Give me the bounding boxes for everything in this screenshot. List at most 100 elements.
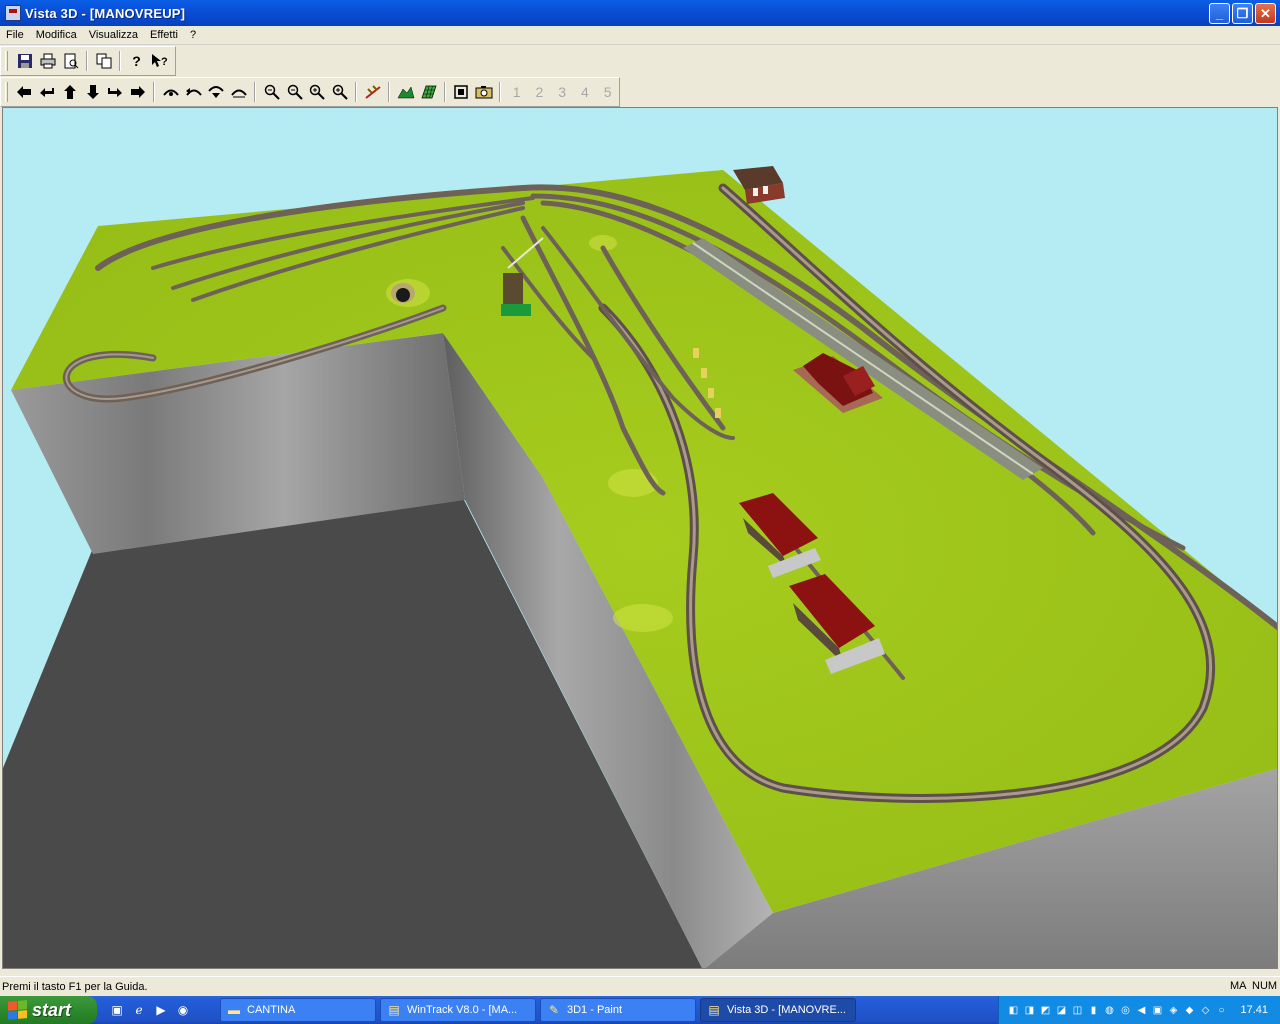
task-label: CANTINA — [247, 1004, 296, 1016]
copy-icon[interactable] — [92, 50, 115, 72]
volume-icon[interactable]: ◀ — [1135, 1004, 1148, 1017]
arrow-right-icon[interactable] — [127, 81, 150, 103]
app-icon[interactable] — [5, 5, 21, 21]
tray-icon[interactable]: ◍ — [1103, 1004, 1116, 1017]
close-button[interactable]: ✕ — [1255, 3, 1276, 24]
toolbar-separator — [119, 51, 121, 71]
fit-view-icon[interactable] — [450, 81, 473, 103]
wintrack-icon: ▤ — [708, 1003, 720, 1017]
toolbar-separator — [254, 82, 257, 102]
save-icon[interactable] — [13, 50, 36, 72]
task-label: Vista 3D - [MANOVRE... — [727, 1004, 846, 1016]
toolbar-separator — [499, 82, 502, 102]
menu-file[interactable]: File — [0, 29, 30, 41]
menu-modifica[interactable]: Modifica — [30, 29, 83, 41]
ie-icon[interactable]: ℯ — [131, 1002, 147, 1018]
3d-viewport[interactable] — [2, 107, 1278, 969]
task-paint[interactable]: ✎ 3D1 - Paint — [540, 998, 696, 1022]
window-title: Vista 3D - [MANOVREUP] — [25, 5, 186, 21]
system-tray: ◧ ◨ ◩ ◪ ◫ ▮ ◍ ◎ ◀ ▣ ◈ ◆ ◇ ○ 17.41 — [998, 996, 1280, 1024]
viewpoint-3-label: 3 — [558, 84, 566, 100]
view-b-icon[interactable] — [182, 81, 205, 103]
navigation-toolbar: 1 2 3 4 5 — [0, 77, 620, 107]
status-message: Premi il tasto F1 per la Guida. — [2, 980, 148, 993]
status-num-indicator: NUM — [1252, 980, 1278, 992]
toolbar-separator — [355, 82, 358, 102]
tray-icon[interactable]: ◪ — [1055, 1004, 1068, 1017]
minimize-button[interactable]: _ — [1209, 3, 1230, 24]
viewpoint-5-icon[interactable]: 5 — [596, 81, 619, 103]
toolbar-grip[interactable] — [5, 82, 8, 102]
arrow-left-icon[interactable] — [13, 81, 36, 103]
tray-icon[interactable]: ◈ — [1167, 1004, 1180, 1017]
tray-icon[interactable]: ◩ — [1039, 1004, 1052, 1017]
taskbar: start ▣ ℯ ▶ ◉ ▬ CANTINA ▤ WinTrack V8.0 … — [0, 996, 1280, 1024]
track-icon[interactable] — [361, 81, 384, 103]
status-caps-indicator: MA — [1230, 980, 1247, 992]
quick-launch: ▣ ℯ ▶ ◉ — [109, 1002, 191, 1018]
task-vista3d[interactable]: ▤ Vista 3D - [MANOVRE... — [700, 998, 856, 1022]
tray-icon[interactable]: ◫ — [1071, 1004, 1084, 1017]
task-label: 3D1 - Paint — [567, 1004, 623, 1016]
network-icon[interactable]: ▮ — [1087, 1004, 1100, 1017]
windows-logo-icon — [8, 1000, 27, 1020]
viewpoint-5-label: 5 — [603, 84, 612, 100]
viewpoint-2-icon[interactable]: 2 — [528, 81, 551, 103]
viewpoint-1-label: 1 — [512, 84, 521, 100]
zoom-out-icon[interactable] — [283, 81, 306, 103]
task-wintrack[interactable]: ▤ WinTrack V8.0 - [MA... — [380, 998, 536, 1022]
context-help-icon[interactable]: ? — [148, 50, 171, 72]
title-bar: Vista 3D - [MANOVREUP] _ ❐ ✕ — [0, 0, 1280, 26]
viewpoint-4-label: 4 — [580, 84, 589, 100]
paint-icon: ✎ — [548, 1003, 560, 1017]
desktop-icon[interactable]: ▣ — [109, 1002, 125, 1018]
tray-icon[interactable]: ◇ — [1199, 1004, 1212, 1017]
restore-button[interactable]: ❐ — [1232, 3, 1253, 24]
tray-icon[interactable]: ◧ — [1007, 1004, 1020, 1017]
menu-effetti[interactable]: Effetti — [144, 29, 184, 41]
tray-icon[interactable]: ◎ — [1119, 1004, 1132, 1017]
3d-scene[interactable] — [3, 108, 1278, 969]
zoom-in-all-icon[interactable] — [329, 81, 352, 103]
tray-icon[interactable]: ▣ — [1151, 1004, 1164, 1017]
task-cantina[interactable]: ▬ CANTINA — [220, 998, 376, 1022]
print-icon[interactable] — [36, 50, 59, 72]
grid-icon[interactable] — [417, 81, 440, 103]
tray-icon[interactable]: ◆ — [1183, 1004, 1196, 1017]
svg-text:?: ? — [161, 56, 168, 68]
menu-bar: File Modifica Visualizza Effetti ? — [0, 26, 1280, 45]
start-button[interactable]: start — [0, 996, 97, 1024]
viewpoint-4-icon[interactable]: 4 — [573, 81, 596, 103]
tray-icon[interactable]: ◨ — [1023, 1004, 1036, 1017]
toolbar-separator — [86, 51, 88, 71]
viewpoint-3-icon[interactable]: 3 — [551, 81, 574, 103]
media-player-icon[interactable]: ▶ — [153, 1002, 169, 1018]
clock[interactable]: 17.41 — [1240, 1004, 1268, 1016]
menu-help[interactable]: ? — [184, 29, 202, 41]
toolbar-separator — [443, 82, 446, 102]
folder-icon: ▬ — [228, 1003, 240, 1017]
viewpoint-2-label: 2 — [535, 84, 544, 100]
arrow-down-icon[interactable] — [81, 81, 104, 103]
view-a-icon[interactable] — [159, 81, 182, 103]
rotate-left-icon[interactable] — [36, 81, 59, 103]
toolbar-grip[interactable] — [5, 51, 8, 71]
tray-icon[interactable]: ○ — [1215, 1004, 1228, 1017]
standard-toolbar: ? ? — [0, 46, 176, 76]
help-icon[interactable]: ? — [125, 50, 148, 72]
viewpoint-1-icon[interactable]: 1 — [505, 81, 528, 103]
start-label: start — [32, 999, 72, 1020]
rotate-right-icon[interactable] — [104, 81, 127, 103]
print-preview-icon[interactable] — [59, 50, 82, 72]
task-label: WinTrack V8.0 - [MA... — [407, 1004, 518, 1016]
view-d-icon[interactable] — [228, 81, 251, 103]
toolbar-separator — [388, 82, 391, 102]
camera-icon[interactable] — [472, 81, 495, 103]
zoom-in-icon[interactable] — [306, 81, 329, 103]
chrome-icon[interactable]: ◉ — [175, 1002, 191, 1018]
view-c-icon[interactable] — [205, 81, 228, 103]
menu-visualizza[interactable]: Visualizza — [83, 29, 144, 41]
zoom-out-all-icon[interactable] — [260, 81, 283, 103]
arrow-up-icon[interactable] — [58, 81, 81, 103]
terrain-icon[interactable] — [394, 81, 417, 103]
